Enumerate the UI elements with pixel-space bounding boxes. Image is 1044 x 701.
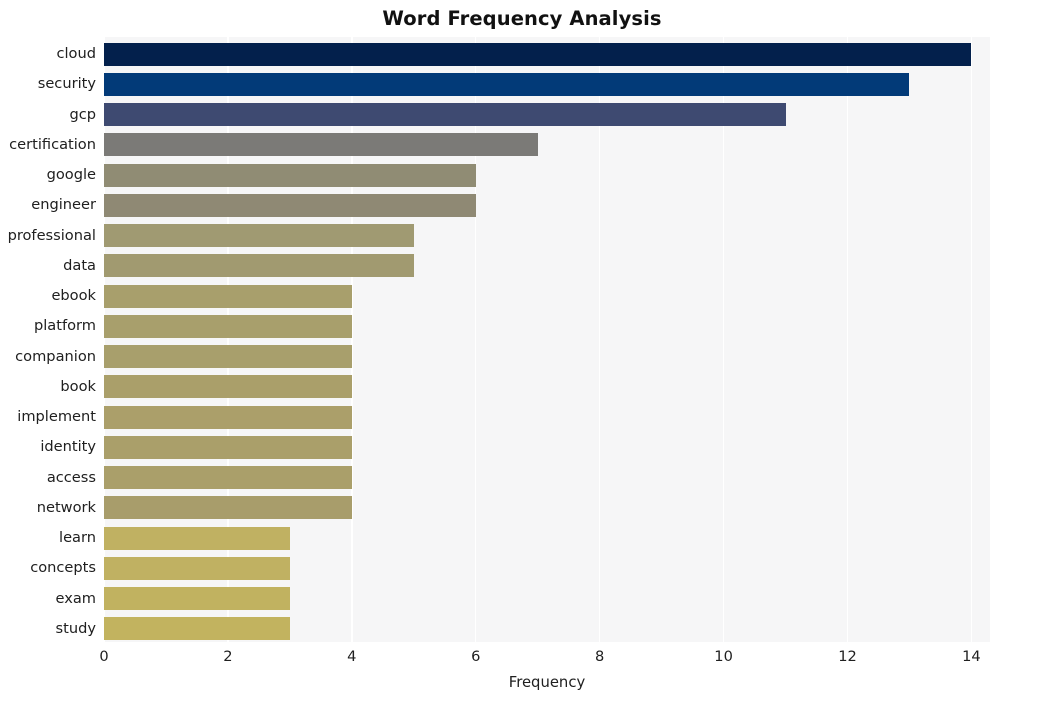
y-tick-label-access: access xyxy=(46,468,96,486)
bar-engineer[interactable] xyxy=(104,193,476,217)
bar-row xyxy=(104,133,990,157)
x-tick-label-6: 6 xyxy=(471,648,481,665)
bar-security[interactable] xyxy=(104,72,910,96)
y-tick-label-platform: platform xyxy=(33,317,96,335)
bar-certification[interactable] xyxy=(104,133,538,157)
x-tick-label-10: 10 xyxy=(714,648,733,665)
gridline-x-4 xyxy=(351,37,353,642)
bar-learn[interactable] xyxy=(104,526,290,550)
bar-exam[interactable] xyxy=(104,587,290,611)
y-tick-label-data: data xyxy=(63,256,96,274)
bar-companion[interactable] xyxy=(104,345,352,369)
y-tick-label-exam: exam xyxy=(55,589,96,607)
bar-row xyxy=(104,254,990,278)
x-tick-label-12: 12 xyxy=(838,648,857,665)
bar-row xyxy=(104,314,990,338)
gridline-x-12 xyxy=(846,37,849,642)
bar-access[interactable] xyxy=(104,466,352,490)
y-axis-labels: cloud security gcp certification google engin… xyxy=(0,37,96,642)
x-tick-label-14: 14 xyxy=(962,648,981,665)
y-tick-label-companion: companion xyxy=(15,347,96,365)
bar-cloud[interactable] xyxy=(104,42,972,66)
bar-data[interactable] xyxy=(104,254,414,278)
bar-gcp[interactable] xyxy=(104,103,786,127)
gridline-x-0 xyxy=(104,37,105,642)
chart-title: Word Frequency Analysis xyxy=(382,7,662,30)
gridline-x-6 xyxy=(475,37,477,642)
bar-row xyxy=(104,556,990,580)
word-frequency-chart: Word Frequency Analysis cloud security gcp… xyxy=(0,0,1044,701)
bar-row xyxy=(104,224,990,248)
bar-platform[interactable] xyxy=(104,314,352,338)
bar-row xyxy=(104,103,990,127)
bar-row xyxy=(104,375,990,399)
x-axis-tick-labels: 0 2 4 6 8 10 12 14 xyxy=(99,648,990,670)
bar-row xyxy=(104,284,990,308)
bar-row xyxy=(104,405,990,429)
bar-ebook[interactable] xyxy=(104,284,352,308)
y-tick-label-engineer: engineer xyxy=(31,196,96,214)
bar-concepts[interactable] xyxy=(104,556,290,580)
bar-network[interactable] xyxy=(104,496,352,520)
y-tick-label-network: network xyxy=(36,498,96,516)
gridline-x-14 xyxy=(970,37,973,642)
gridline-x-8 xyxy=(598,37,601,642)
bar-row xyxy=(104,435,990,459)
gridline-x-10 xyxy=(722,37,725,642)
bar-row xyxy=(104,72,990,96)
y-tick-label-identity: identity xyxy=(40,438,96,456)
y-tick-label-ebook: ebook xyxy=(51,287,96,305)
x-tick-label-4: 4 xyxy=(347,648,357,665)
x-tick-label-0: 0 xyxy=(99,648,109,665)
y-tick-label-implement: implement xyxy=(17,408,96,426)
y-tick-label-study: study xyxy=(55,619,96,637)
bar-implement[interactable] xyxy=(104,405,352,429)
y-tick-label-google: google xyxy=(46,166,96,184)
bar-row xyxy=(104,496,990,520)
x-axis-title: Frequency xyxy=(508,674,586,691)
y-tick-label-security: security xyxy=(37,75,96,93)
bar-row xyxy=(104,42,990,66)
bar-row xyxy=(104,163,990,187)
x-tick-label-8: 8 xyxy=(595,648,605,665)
y-tick-label-book: book xyxy=(60,377,96,395)
bar-row xyxy=(104,345,990,369)
bar-google[interactable] xyxy=(104,163,476,187)
y-tick-label-certification: certification xyxy=(9,135,96,153)
bar-study[interactable] xyxy=(104,617,290,641)
bar-book[interactable] xyxy=(104,375,352,399)
plot-area xyxy=(104,37,990,642)
y-tick-label-concepts: concepts xyxy=(30,559,96,577)
y-tick-label-professional: professional xyxy=(7,226,96,244)
bar-identity[interactable] xyxy=(104,435,352,459)
bar-row xyxy=(104,193,990,217)
bar-professional[interactable] xyxy=(104,224,414,248)
x-tick-label-2: 2 xyxy=(223,648,233,665)
bar-row xyxy=(104,617,990,641)
y-tick-label-cloud: cloud xyxy=(56,45,96,63)
gridline-x-2 xyxy=(227,37,229,642)
y-tick-label-gcp: gcp xyxy=(69,105,96,123)
bar-row xyxy=(104,466,990,490)
bar-row xyxy=(104,587,990,611)
y-tick-label-learn: learn xyxy=(59,529,96,547)
bar-row xyxy=(104,526,990,550)
